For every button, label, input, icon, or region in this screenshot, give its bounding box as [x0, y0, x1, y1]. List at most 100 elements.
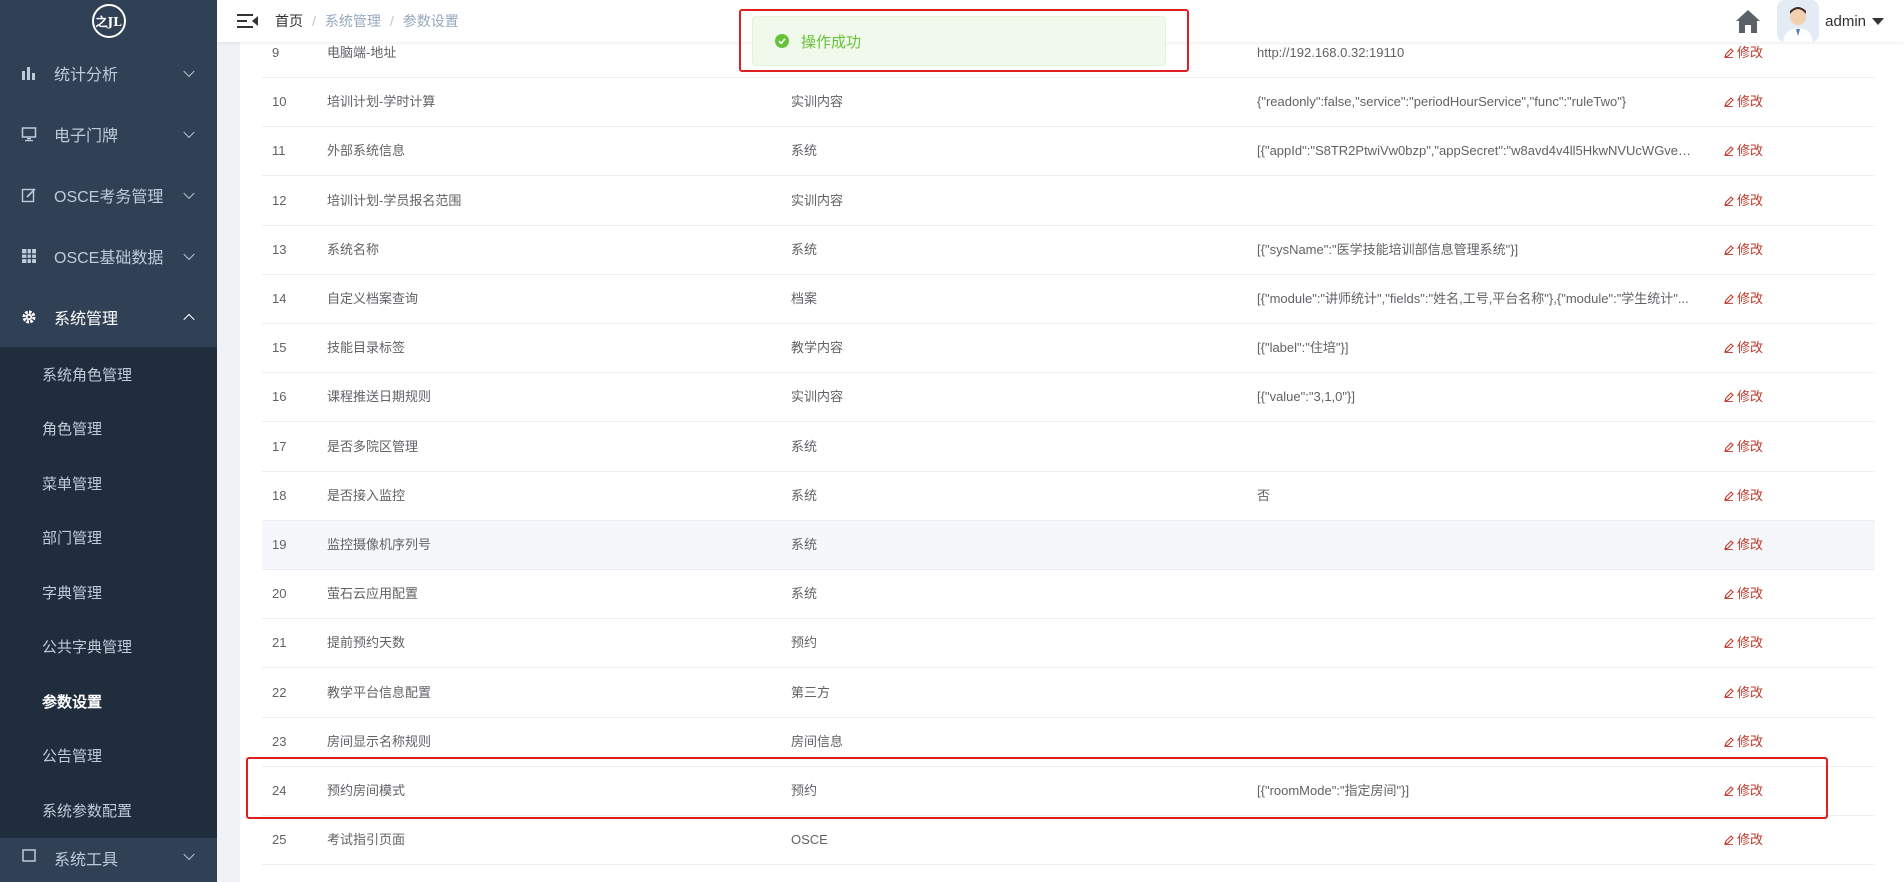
table-row: 25 考试指引页面 OSCE 修改: [262, 816, 1875, 866]
home-icon[interactable]: [1733, 6, 1763, 36]
edit-button[interactable]: 修改: [1724, 275, 1824, 323]
table-row: 22 教学平台信息配置 第三方 修改: [262, 669, 1875, 718]
sidebar-item-departments[interactable]: 部门管理: [0, 511, 217, 566]
edit-label: 修改: [1737, 192, 1764, 208]
toast-message: 操作成功: [801, 33, 862, 51]
sidebar-item-system-params[interactable]: 系统参数配置: [0, 783, 217, 838]
sidebar-item-osce-exam[interactable]: OSCE考务管理: [0, 164, 217, 225]
sidebar-item-system-tools[interactable]: 系统工具: [0, 838, 217, 868]
param-type: 系统: [791, 537, 818, 552]
edit-label: 修改: [1737, 537, 1764, 552]
param-value: [{"label":"住培"}]: [1257, 340, 1349, 356]
param-name: 考试指引页面: [327, 832, 406, 848]
edit-button[interactable]: 修改: [1724, 619, 1824, 667]
table-row: 17 是否多院区管理 系统 修改: [262, 423, 1875, 472]
row-index: 17: [272, 438, 287, 454]
sidebar-item-menus[interactable]: 菜单管理: [0, 456, 217, 511]
chevron-down-icon: [183, 187, 195, 199]
sidebar-item-label: 电子门牌: [54, 127, 119, 145]
table-row: 14 自定义档案查询 档案 [{"module":"讲师统计","fields":"姓…: [262, 275, 1875, 324]
edit-button[interactable]: 修改: [1724, 127, 1824, 175]
edit-label: 修改: [1737, 340, 1764, 356]
sidebar-item-statistics[interactable]: 统计分析: [0, 42, 217, 103]
logo[interactable]: 之JL: [0, 0, 217, 42]
edit-button[interactable]: 修改: [1724, 472, 1824, 520]
edit-form-icon: [20, 186, 38, 204]
row-index: 25: [272, 832, 287, 848]
edit-button[interactable]: 修改: [1724, 324, 1824, 372]
edit-button[interactable]: 修改: [1724, 669, 1824, 717]
param-value: [1257, 718, 1697, 766]
param-name: 是否接入监控: [327, 487, 406, 503]
row-index: 22: [272, 684, 287, 700]
param-name: 房间显示名称规则: [327, 733, 432, 749]
param-type: 系统: [791, 438, 818, 454]
sidebar-item-door-sign[interactable]: 电子门牌: [0, 103, 217, 164]
monitor-icon: [20, 125, 38, 143]
table-row: 20 萤石云应用配置 系统 修改: [262, 570, 1875, 620]
edit-pencil-icon: [1724, 97, 1734, 108]
row-index: 15: [272, 340, 287, 356]
chevron-down-icon: [183, 65, 195, 77]
param-name: 是否多院区管理: [327, 438, 419, 454]
param-value: [1257, 423, 1697, 471]
tool-icon: [20, 846, 38, 864]
username[interactable]: admin: [1825, 13, 1866, 30]
table-row: 10 培训计划-学时计算 实训内容 {"readonly":false,"servic…: [262, 78, 1875, 128]
row-index: 21: [272, 635, 287, 651]
row-index: 14: [272, 291, 287, 306]
breadcrumb-home[interactable]: 首页: [275, 11, 303, 31]
caret-down-icon[interactable]: [1872, 17, 1884, 25]
row-index: 20: [272, 586, 287, 602]
edit-button[interactable]: 修改: [1724, 177, 1824, 225]
table-row: 16 课程推送日期规则 实训内容 [{"value":"3,1,0"}] 修改: [262, 373, 1875, 423]
edit-button[interactable]: 修改: [1724, 570, 1824, 618]
edit-button[interactable]: 修改: [1724, 718, 1824, 766]
param-name: 培训计划-学时计算: [327, 94, 436, 110]
param-type: 系统: [791, 143, 818, 159]
param-type: 实训内容: [791, 94, 844, 110]
chevron-up-icon: [183, 313, 195, 325]
edit-button[interactable]: 修改: [1724, 816, 1824, 864]
param-name: 预约房间模式: [327, 783, 406, 798]
edit-button[interactable]: 修改: [1724, 767, 1824, 815]
submenu-system-management: 系统角色管理 角色管理 菜单管理 部门管理 字典管理 公共字典管理 参数设置 公…: [0, 347, 217, 838]
row-index: 16: [272, 389, 287, 405]
edit-label: 修改: [1737, 832, 1764, 848]
param-value: [1257, 177, 1697, 225]
edit-pencil-icon: [1724, 589, 1734, 600]
avatar[interactable]: [1777, 0, 1820, 42]
sidebar-item-label: 系统工具: [54, 851, 119, 868]
hamburger-menu-icon[interactable]: [237, 13, 259, 29]
param-name: 培训计划-学员报名范围: [327, 192, 462, 208]
sidebar-item-announcements[interactable]: 公告管理: [0, 729, 217, 784]
edit-button[interactable]: 修改: [1724, 373, 1824, 421]
param-value: [1257, 619, 1697, 667]
edit-button[interactable]: 修改: [1724, 521, 1824, 569]
edit-button[interactable]: 修改: [1724, 78, 1824, 126]
param-name: 外部系统信息: [327, 143, 406, 159]
param-value: [{"value":"3,1,0"}]: [1257, 389, 1355, 405]
edit-label: 修改: [1737, 438, 1764, 454]
table-row: 24 预约房间模式 预约 [{"roomMode":"指定房间"}] 修改: [262, 767, 1875, 816]
sidebar-item-parameters[interactable]: 参数设置: [0, 674, 217, 729]
param-type: 档案: [791, 291, 818, 306]
edit-label: 修改: [1737, 45, 1764, 60]
edit-button[interactable]: 修改: [1724, 423, 1824, 471]
sidebar-item-dictionary[interactable]: 字典管理: [0, 565, 217, 620]
param-name: 提前预约天数: [327, 635, 406, 651]
sidebar-item-public-dictionary[interactable]: 公共字典管理: [0, 620, 217, 675]
edit-pencil-icon: [1724, 540, 1734, 550]
sidebar-item-system-management[interactable]: 系统管理: [0, 286, 217, 347]
edit-button[interactable]: 修改: [1724, 226, 1824, 274]
edit-pencil-icon: [1724, 343, 1734, 354]
edit-pencil-icon: [1724, 786, 1734, 796]
sidebar-item-system-roles[interactable]: 系统角色管理: [0, 347, 217, 402]
param-value: 否: [1257, 487, 1271, 503]
sidebar-item-osce-base-data[interactable]: OSCE基础数据: [0, 225, 217, 286]
row-index: 10: [272, 94, 287, 110]
sidebar-item-roles[interactable]: 角色管理: [0, 402, 217, 457]
param-value: [1257, 669, 1697, 717]
row-index: 19: [272, 537, 287, 552]
param-type: 房间信息: [791, 733, 844, 749]
